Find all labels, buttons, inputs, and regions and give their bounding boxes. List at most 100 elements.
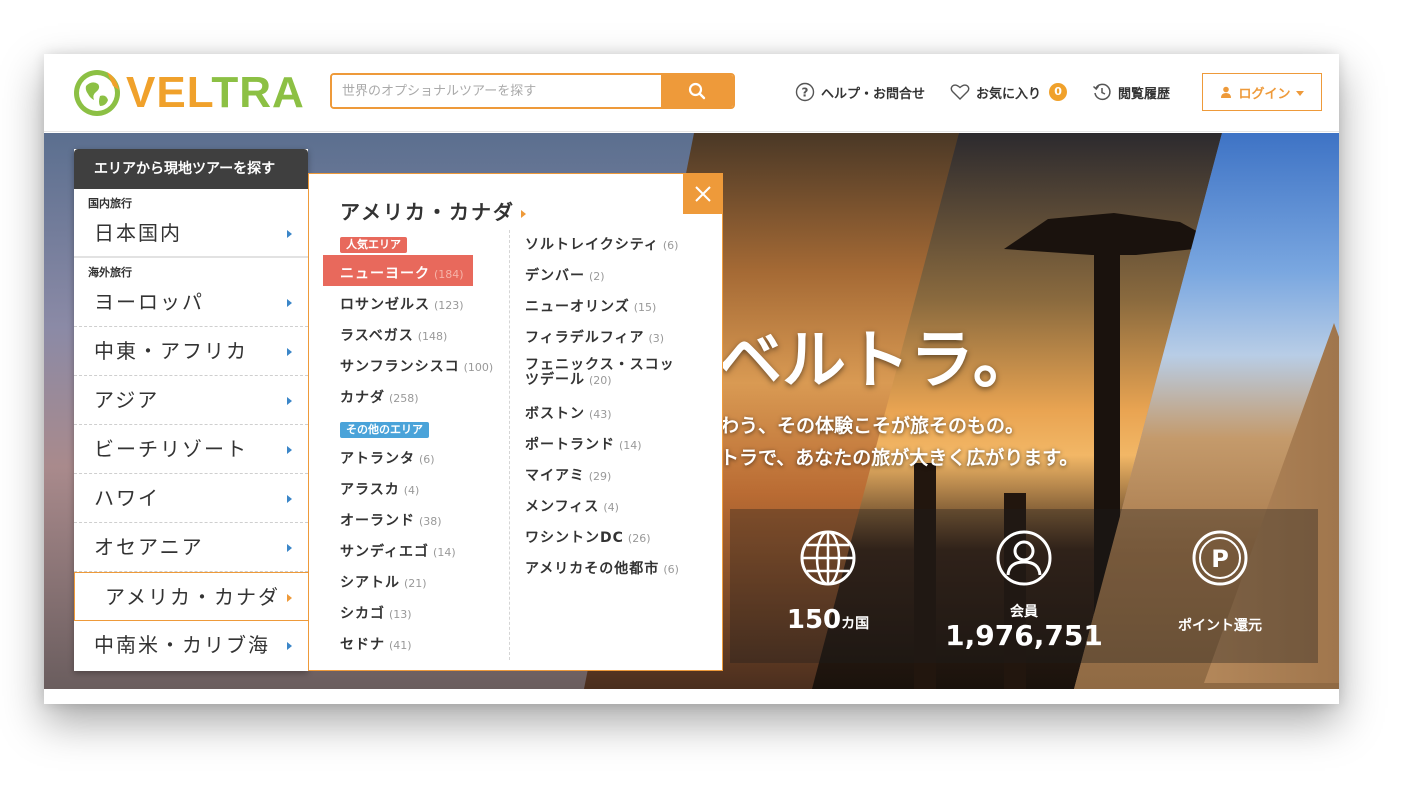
city-link[interactable]: ニューオリンズ (15)	[525, 296, 656, 316]
city-link[interactable]: ワシントンDC (26)	[525, 527, 651, 547]
popular-area-tag: 人気エリア	[340, 237, 407, 253]
region-item-middle-east-africa[interactable]: 中東・アフリカ	[74, 327, 308, 376]
search-button[interactable]	[661, 75, 733, 107]
region-item-beach-resort[interactable]: ビーチリゾート	[74, 425, 308, 474]
search-bar	[330, 73, 735, 109]
city-link[interactable]: ソルトレイクシティ (6)	[525, 234, 678, 254]
close-icon	[695, 186, 711, 202]
region-item-latin-america[interactable]: 中南米・カリブ海	[74, 621, 308, 670]
city-link[interactable]: シアトル (21)	[340, 572, 427, 592]
globe-icon	[800, 530, 856, 586]
city-link[interactable]: フェニックス・スコッツデール (20)	[525, 358, 685, 388]
column-divider	[509, 230, 510, 660]
city-link[interactable]: ロサンゼルス (123)	[340, 294, 464, 314]
domestic-label: 国内旅行	[88, 197, 132, 210]
caret-right-icon	[287, 594, 292, 602]
region-item-oceania[interactable]: オセアニア	[74, 523, 308, 572]
city-count: (26)	[627, 532, 651, 545]
city-link[interactable]: ポートランド (14)	[525, 434, 642, 454]
city-link[interactable]: アメリカその他都市 (6)	[525, 558, 679, 578]
city-link[interactable]: シカゴ (13)	[340, 603, 412, 623]
region-panel: エリアから現地ツアーを探す 国内旅行 日本国内 海外旅行 ヨーロッパ 中東・アフ…	[74, 149, 308, 671]
region-item-europe[interactable]: ヨーロッパ	[74, 278, 308, 327]
city-count: (20)	[589, 374, 612, 387]
countries-number: 150	[786, 605, 842, 635]
city-count: (6)	[419, 453, 435, 466]
city-name: シアトル	[340, 575, 400, 591]
overseas-label: 海外旅行	[88, 266, 132, 279]
city-name: ニューオリンズ	[525, 299, 630, 315]
city-count: (4)	[403, 484, 420, 497]
point-icon: P	[1192, 530, 1248, 586]
stat-members-label: 会員	[1010, 604, 1038, 620]
caret-right-icon	[287, 446, 292, 454]
history-link[interactable]: 閲覧履歴	[1092, 78, 1170, 106]
city-link[interactable]: デンバー (2)	[525, 265, 605, 285]
city-link[interactable]: ラスベガス (148)	[340, 325, 447, 345]
city-link[interactable]: サンディエゴ (14)	[340, 541, 456, 561]
city-name: ニューヨーク	[340, 266, 430, 282]
city-link[interactable]: フィラデルフィア (3)	[525, 327, 664, 347]
city-count: (100)	[463, 361, 494, 374]
city-name: デンバー	[525, 268, 585, 284]
stat-countries-value: 150カ国	[730, 605, 926, 635]
city-name: アメリカその他都市	[525, 561, 660, 577]
user-icon	[1221, 86, 1232, 98]
login-label: ログイン	[1238, 86, 1291, 102]
region-item-america-canada[interactable]: アメリカ・カナダ	[74, 572, 308, 621]
region-item-hawaii[interactable]: ハワイ	[74, 474, 308, 523]
city-name: カナダ	[340, 390, 385, 406]
city-count: (38)	[419, 515, 442, 528]
city-link[interactable]: オーランド (38)	[340, 510, 442, 530]
region-item-label: 中南米・カリブ海	[94, 633, 270, 657]
stat-members-value: 1,976,751	[945, 619, 1103, 652]
caret-right-icon	[287, 348, 292, 356]
city-name: オーランド	[340, 513, 415, 529]
city-link[interactable]: メンフィス (4)	[525, 496, 619, 516]
browser-window: VELTRA ? ヘルプ・お問合せ お気に入り 0	[44, 54, 1339, 704]
city-count: (258)	[389, 392, 419, 405]
veltra-logo[interactable]: VELTRA	[72, 68, 305, 118]
dropdown-title-label: アメリカ・カナダ	[340, 200, 515, 224]
city-count: (148)	[417, 330, 448, 343]
city-link[interactable]: アトランタ (6)	[340, 448, 435, 468]
stats-bar: 150カ国 会員 1,976,751 P ポイント還元	[730, 509, 1318, 663]
city-count: (41)	[389, 639, 412, 652]
city-link[interactable]: サンフランシスコ (100)	[340, 356, 493, 376]
region-item-asia[interactable]: アジア	[74, 376, 308, 425]
site-header: VELTRA ? ヘルプ・お問合せ お気に入り 0	[44, 54, 1339, 132]
region-item-label: ハワイ	[94, 486, 160, 510]
city-link[interactable]: ボストン (43)	[525, 403, 612, 423]
city-name: セドナ	[340, 637, 385, 653]
city-name: アラスカ	[340, 482, 400, 498]
city-link[interactable]: マイアミ (29)	[525, 465, 611, 485]
city-name: サンディエゴ	[340, 544, 430, 560]
region-panel-heading: エリアから現地ツアーを探す	[74, 149, 308, 189]
city-link[interactable]: アラスカ (4)	[340, 479, 419, 499]
america-canada-dropdown: アメリカ・カナダ 人気エリア ニューヨーク (184) ロサンゼルス (123) ラ…	[308, 173, 723, 671]
city-name: ロサンゼルス	[340, 297, 430, 313]
city-count: (3)	[648, 332, 665, 345]
city-name: マイアミ	[525, 468, 585, 484]
close-button[interactable]	[683, 174, 723, 214]
region-item-japan[interactable]: 日本国内	[74, 209, 308, 258]
city-link[interactable]: カナダ (258)	[340, 387, 419, 407]
stat-countries: 150カ国	[730, 509, 926, 663]
caret-right-icon	[287, 299, 292, 307]
help-icon: ?	[795, 82, 815, 102]
dropdown-title[interactable]: アメリカ・カナダ	[340, 196, 526, 225]
city-count: (29)	[588, 470, 612, 483]
help-link[interactable]: ? ヘルプ・お問合せ	[795, 78, 925, 106]
search-input[interactable]	[332, 75, 661, 107]
city-link[interactable]: ニューヨーク (184)	[340, 263, 464, 283]
stat-points: P ポイント還元	[1122, 509, 1318, 663]
caret-right-icon	[287, 642, 292, 650]
favorites-count-badge: 0	[1049, 83, 1068, 101]
favorites-link[interactable]: お気に入り 0	[950, 78, 1068, 106]
caret-right-icon	[521, 209, 526, 218]
login-button[interactable]: ログイン	[1202, 73, 1322, 111]
help-label: ヘルプ・お問合せ	[821, 86, 926, 102]
city-name: アトランタ	[340, 451, 415, 467]
brand-name: VELTRA	[126, 68, 305, 117]
city-link[interactable]: セドナ (41)	[340, 634, 412, 654]
